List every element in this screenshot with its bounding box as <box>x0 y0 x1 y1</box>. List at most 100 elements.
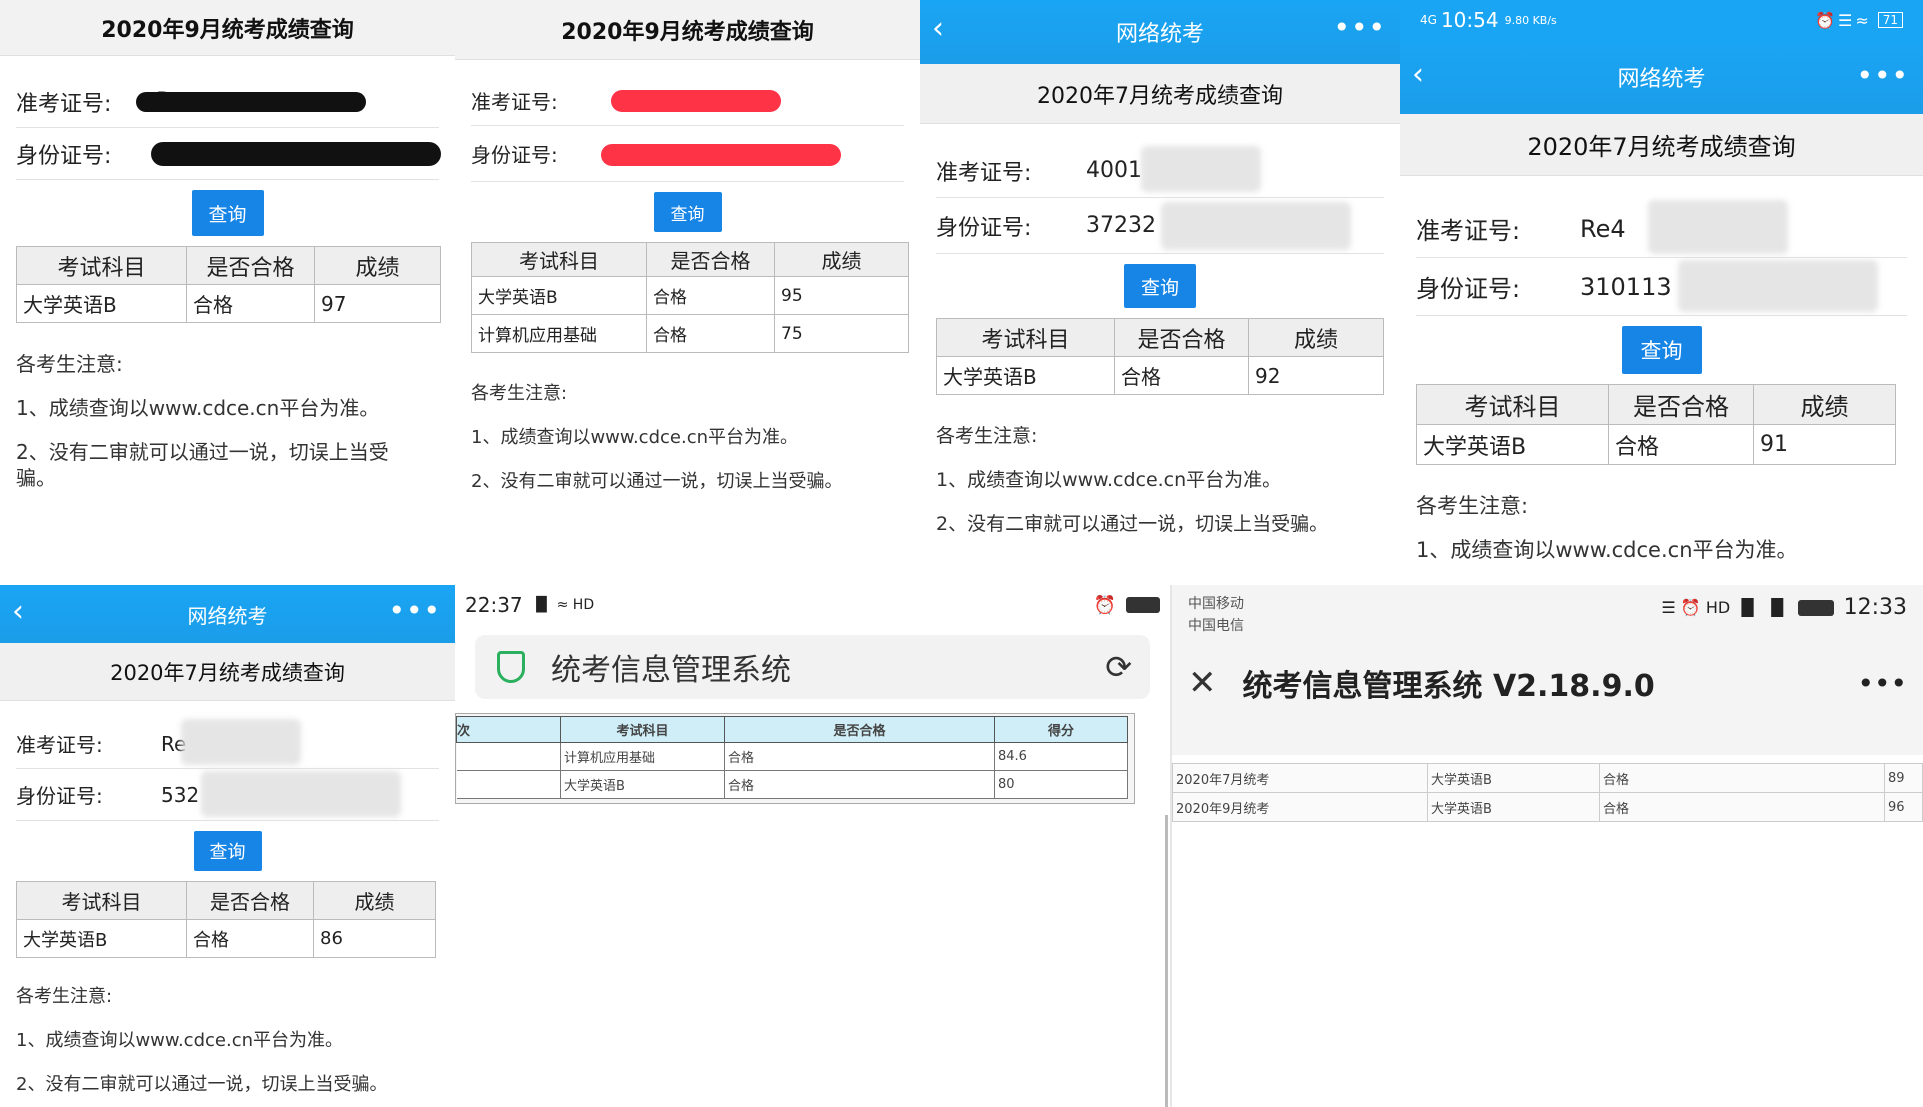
status-bar: 4G 10:54 9.80 KB/s ⏰☰≈ 71 <box>1400 0 1923 40</box>
cell-pass: 合格 <box>186 919 314 958</box>
results-table: 2020年7月统考 大学英语B 合格 89 2020年9月统考 大学英语B 合格… <box>1172 763 1923 822</box>
cell-pass: 合格 <box>646 276 775 315</box>
score-table: 考试科目 是否合格 成绩 大学英语B 合格 95 计算机应用基础 合格 75 <box>471 242 909 353</box>
cell-pass: 合格 <box>186 284 315 323</box>
battery-icon: 71 <box>1877 12 1903 28</box>
header-pass: 是否合格 <box>186 246 315 285</box>
ticket-label: 准考证号: <box>1416 217 1521 245</box>
redaction-mark <box>611 90 781 112</box>
status-area: 中国移动 中国电信 ☰ ⏰ HD ▐▌ ▐▌ 12:33 ✕ 统考信息管理系统 … <box>1172 585 1923 755</box>
cell-pass: 合格 <box>1599 792 1885 822</box>
panel-jul-score-5: ‹ 网络统考 ••• 2020年7月统考成绩查询 准考证号: Re 身份证号: … <box>0 585 455 1107</box>
refresh-icon[interactable]: ⟳ <box>1105 648 1132 686</box>
notes: 各考生注意: 1、成绩查询以www.cdce.cn平台为准。 2、没有二审就可以… <box>16 984 439 1098</box>
ticket-field: 准考证号: R <box>16 76 439 128</box>
query-button[interactable]: 查询 <box>1621 326 1702 374</box>
query-button[interactable]: 查询 <box>193 831 262 871</box>
header-score: 成绩 <box>774 242 909 277</box>
cell-subject: 大学英语B <box>16 919 187 958</box>
header-subject: 考试科目 <box>471 242 647 277</box>
battery-icon <box>1797 599 1834 616</box>
page-title-text: 2020年9月统考成绩查询 <box>101 17 354 43</box>
panel-jul-score-4: 4G 10:54 9.80 KB/s ⏰☰≈ 71 ‹ 网络统考 ••• 202… <box>1400 0 1923 585</box>
cell-score: 91 <box>1753 424 1896 465</box>
back-icon[interactable]: ‹ <box>932 14 944 44</box>
query-button[interactable]: 查询 <box>191 190 264 236</box>
notes-title: 各考生注意: <box>16 352 123 376</box>
cell-subject: 大学英语B <box>471 276 647 315</box>
ticket-label: 准考证号: <box>16 733 103 757</box>
cell-score: 80 <box>994 770 1128 799</box>
page-title: 2020年9月统考成绩查询 <box>455 0 920 60</box>
table-row: 大学英语B 合格 91 <box>1416 424 1896 465</box>
notes: 各考生注意: 1、成绩查询以www.cdce.cn平台为准。 2、没有二审就可以… <box>16 351 439 491</box>
score-table: 考试科目 是否合格 成绩 大学英语B 合格 91 <box>1416 384 1896 465</box>
id-field: 身份证号: <box>16 128 441 180</box>
page-title: 2020年7月统考成绩查询 <box>1400 114 1923 176</box>
notes-title: 各考生注意: <box>936 425 1038 447</box>
header-index: 次 <box>456 716 561 743</box>
more-icon[interactable]: ••• <box>1856 62 1909 90</box>
network-icon: 4G <box>1420 13 1437 27</box>
table-header-row: 考试科目 是否合格 成绩 <box>471 242 909 277</box>
back-icon[interactable]: ‹ <box>12 597 24 627</box>
id-label: 身份证号: <box>936 215 1032 241</box>
shield-icon <box>497 651 525 683</box>
header-score: 成绩 <box>314 246 441 285</box>
note-item: 2、没有二审就可以通过一说，切误上当受骗。 <box>936 513 1329 535</box>
status-speed: 9.80 KB/s <box>1504 13 1557 27</box>
cell-subject: 大学英语B <box>1427 792 1600 822</box>
nav-bar: ‹ 网络统考 ••• <box>920 0 1400 64</box>
note-item: 2、没有二审就可以通过一说，切误上当受骗。 <box>16 440 389 490</box>
app-title: 统考信息管理系统 V2.18.9.0 <box>1242 669 1655 704</box>
vibrate-icon: ☰ ⏰ HD ▐▌ ▐▌ <box>1661 598 1790 617</box>
close-icon[interactable]: ✕ <box>1188 663 1217 703</box>
redaction-mark <box>601 144 841 166</box>
notes: 各考生注意: 1、成绩查询以www.cdce.cn平台为准。 2、没有二审就可以… <box>471 381 904 495</box>
ticket-field: 准考证号: Re <box>16 719 439 769</box>
table-row: 大学英语B 合格 92 <box>936 356 1384 395</box>
query-button[interactable]: 查询 <box>1124 264 1196 308</box>
back-icon[interactable]: ‹ <box>1412 60 1424 90</box>
table-header-row: 考试科目 是否合格 成绩 <box>936 318 1384 357</box>
cell-subject: 大学英语B <box>560 770 725 799</box>
cell-index <box>456 742 561 771</box>
more-icon[interactable]: ••• <box>1857 667 1907 700</box>
more-icon[interactable]: ••• <box>1333 14 1386 42</box>
table-header-row: 次 考试科目 是否合格 得分 <box>456 716 1128 743</box>
ticket-label: 准考证号: <box>471 90 558 114</box>
ticket-field: 准考证号: <box>471 76 904 126</box>
header-score: 成绩 <box>1753 384 1896 425</box>
nav-bar: ‹ 网络统考 ••• <box>1400 40 1923 114</box>
header-score: 成绩 <box>313 881 436 920</box>
cell-score: 84.6 <box>994 742 1128 771</box>
more-icon[interactable]: ••• <box>388 597 441 625</box>
id-label: 身份证号: <box>16 784 103 808</box>
cell-score: 95 <box>774 276 909 315</box>
note-item: 1、成绩查询以www.cdce.cn平台为准。 <box>471 427 799 448</box>
cell-score: 92 <box>1248 356 1384 395</box>
header-subject: 考试科目 <box>16 881 187 920</box>
cell-subject: 大学英语B <box>16 284 187 323</box>
table-row: 计算机应用基础 合格 75 <box>471 314 909 353</box>
app-header: 统考信息管理系统 ⟳ <box>475 635 1150 699</box>
signal-icon: ▐▌ ≈ HD <box>530 597 595 613</box>
redaction-mark <box>1678 260 1878 312</box>
results-grid: 次 考试科目 是否合格 得分 计算机应用基础 合格 84.6 大学英语B 合格 … <box>455 713 1135 804</box>
cell-pass: 合格 <box>724 742 995 771</box>
cell-subject: 计算机应用基础 <box>560 742 725 771</box>
page-title-text: 2020年7月统考成绩查询 <box>1037 83 1283 109</box>
panel-sep-score-2: 2020年9月统考成绩查询 准考证号: 身份证号: 查询 考试科目 是否合格 成… <box>455 0 920 585</box>
note-item: 1、成绩查询以www.cdce.cn平台为准。 <box>1416 538 1798 562</box>
id-field: 身份证号: 532 <box>16 769 439 821</box>
id-field: 身份证号: <box>471 126 904 182</box>
cell-pass: 合格 <box>1599 763 1885 793</box>
alarm-icon: ⏰ <box>1093 594 1116 616</box>
page-title-text: 2020年7月统考成绩查询 <box>1527 133 1796 161</box>
results-table: 次 考试科目 是否合格 得分 计算机应用基础 合格 84.6 大学英语B 合格 … <box>456 716 1128 799</box>
cell-score: 86 <box>313 919 436 958</box>
header-score: 得分 <box>994 716 1128 743</box>
notes-title: 各考生注意: <box>471 383 568 404</box>
query-button[interactable]: 查询 <box>653 192 722 232</box>
cell-index <box>456 770 561 799</box>
